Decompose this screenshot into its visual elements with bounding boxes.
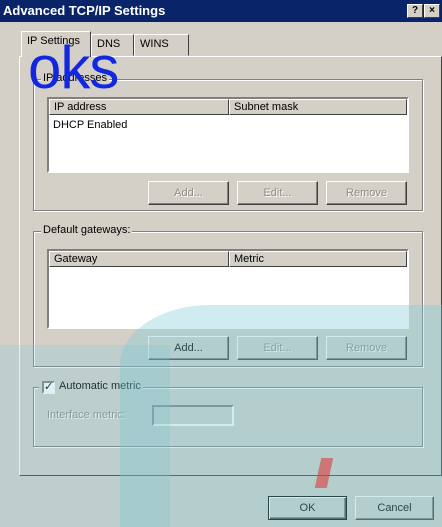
interface-metric-input[interactable]	[152, 405, 234, 426]
interface-metric-label: Interface metric:	[47, 409, 126, 421]
ip-address-list[interactable]: IP address Subnet mask DHCP Enabled	[47, 97, 409, 173]
title-bar[interactable]: Advanced TCP/IP Settings ? ×	[0, 0, 442, 22]
automatic-metric-label[interactable]: Automatic metric	[59, 380, 141, 392]
window-title: Advanced TCP/IP Settings	[3, 3, 166, 18]
automatic-metric-group: Automatic metric ✓ Interface metric:	[33, 380, 423, 447]
list-item[interactable]: DHCP Enabled	[53, 119, 127, 131]
column-gateway[interactable]: Gateway	[49, 251, 229, 267]
cancel-button[interactable]: Cancel	[355, 496, 434, 520]
close-button[interactable]: ×	[424, 4, 440, 18]
help-button[interactable]: ?	[407, 4, 423, 18]
ok-button[interactable]: OK	[268, 496, 347, 520]
tab-dns[interactable]: DNS	[91, 34, 134, 56]
gateway-remove-button[interactable]: Remove	[326, 336, 407, 360]
ip-addresses-legend: IP addresses	[41, 72, 110, 84]
ip-edit-button[interactable]: Edit...	[237, 181, 318, 205]
gateway-add-button[interactable]: Add...	[148, 336, 229, 360]
default-gateways-group: Default gateways: Gateway Metric Add... …	[33, 224, 423, 367]
default-gateways-legend: Default gateways:	[41, 224, 133, 236]
automatic-metric-checkbox[interactable]: ✓	[42, 381, 55, 394]
ip-add-button[interactable]: Add...	[148, 181, 229, 205]
column-metric[interactable]: Metric	[229, 251, 407, 267]
column-ip-address[interactable]: IP address	[49, 99, 229, 115]
gateway-edit-button[interactable]: Edit...	[237, 336, 318, 360]
gateway-list[interactable]: Gateway Metric	[47, 249, 409, 329]
column-subnet-mask[interactable]: Subnet mask	[229, 99, 407, 115]
tab-ip-settings[interactable]: IP Settings	[21, 31, 91, 57]
ip-addresses-group: IP addresses IP address Subnet mask DHCP…	[33, 72, 423, 211]
tab-wins[interactable]: WINS	[134, 34, 189, 56]
ip-settings-panel: IP addresses IP address Subnet mask DHCP…	[19, 56, 442, 476]
ip-remove-button[interactable]: Remove	[326, 181, 407, 205]
